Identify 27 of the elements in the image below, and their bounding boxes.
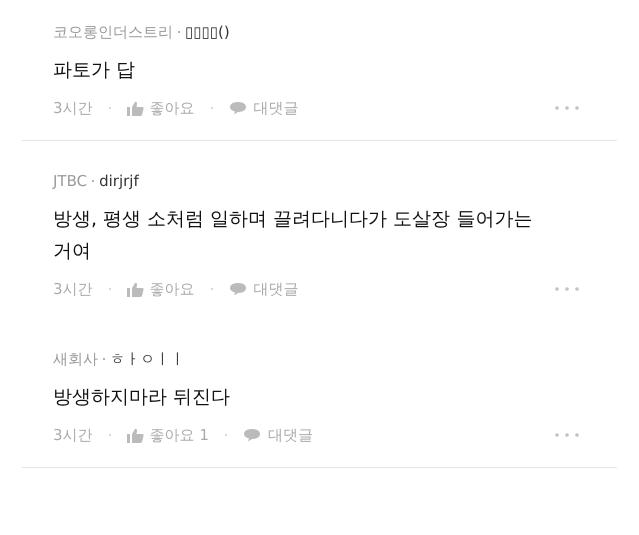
more-icon[interactable] xyxy=(555,433,579,437)
thumbs-up-icon xyxy=(126,428,144,442)
source-name: 새회사 xyxy=(53,349,98,369)
reply-button[interactable]: 대댓글 xyxy=(242,425,313,445)
more-icon[interactable] xyxy=(555,287,579,291)
like-button[interactable]: 좋아요 xyxy=(126,279,195,299)
thumbs-up-icon xyxy=(126,100,144,116)
timestamp: 3시간 xyxy=(53,425,93,445)
timestamp: 3시간 xyxy=(53,98,93,118)
speech-bubble-icon xyxy=(242,428,261,442)
like-button[interactable]: 좋아요 xyxy=(126,98,195,118)
comment-text: 파토가 답 xyxy=(53,58,136,83)
author-name[interactable]: dirjrjf xyxy=(99,171,139,191)
source-name: 코오롱인더스트리 xyxy=(53,22,173,42)
author-name[interactable]: ㅎㅏㅇㅣㅣ xyxy=(110,349,185,369)
comment-text: 방생하지마라 뒤진다 xyxy=(53,385,232,410)
source-name: JTBC xyxy=(53,171,88,191)
speech-bubble-icon xyxy=(228,282,247,296)
comment-text: 방생, 평생 소처럼 일하며 끌려다니다가 도살장 들어가는 거여 xyxy=(53,207,534,264)
reply-button[interactable]: 대댓글 xyxy=(228,98,299,118)
like-button[interactable]: 좋아요 1 xyxy=(126,425,209,445)
more-icon[interactable] xyxy=(555,106,579,110)
thumbs-up-icon xyxy=(126,282,144,296)
speech-bubble-icon xyxy=(228,101,247,115)
timestamp: 3시간 xyxy=(53,279,93,299)
reply-button[interactable]: 대댓글 xyxy=(228,279,299,299)
author-name[interactable]: ▯▯▯▯() xyxy=(185,22,230,42)
